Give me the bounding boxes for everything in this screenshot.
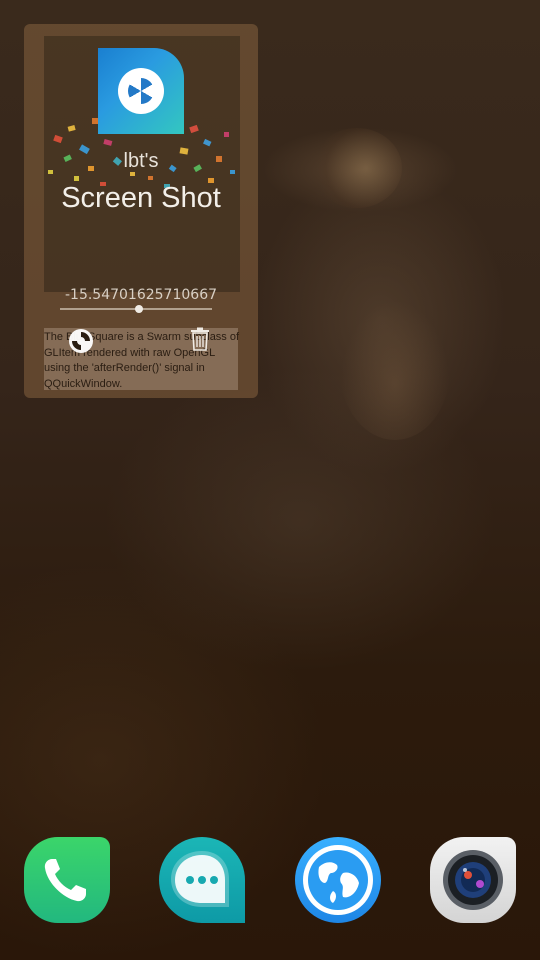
slider-knob[interactable] — [135, 305, 144, 313]
refresh-icon[interactable] — [68, 328, 94, 354]
browser-app-button[interactable] — [295, 837, 381, 923]
camera-lens-icon — [443, 850, 503, 910]
screenshot-app-logo — [98, 48, 184, 134]
messages-app-button[interactable] — [159, 837, 245, 923]
app-title-line2: Screen Shot — [61, 182, 221, 214]
value-slider[interactable] — [60, 305, 212, 313]
phone-app-button[interactable] — [24, 837, 110, 923]
camera-app-button[interactable] — [430, 837, 516, 923]
screenshot-widget[interactable]: lbt's Screen Shot -15.54701625710667 The… — [24, 24, 258, 398]
trash-icon[interactable] — [189, 327, 211, 351]
app-title-line1: lbt's — [123, 150, 159, 172]
shutter-icon — [118, 68, 164, 114]
chat-bubble-icon — [171, 851, 229, 907]
globe-icon — [303, 845, 373, 915]
phone-icon — [44, 859, 86, 902]
value-readout: -15.54701625710667 — [64, 287, 218, 303]
wallpaper-cat-nose — [340, 300, 450, 440]
wallpaper-cat-eye — [312, 128, 402, 208]
